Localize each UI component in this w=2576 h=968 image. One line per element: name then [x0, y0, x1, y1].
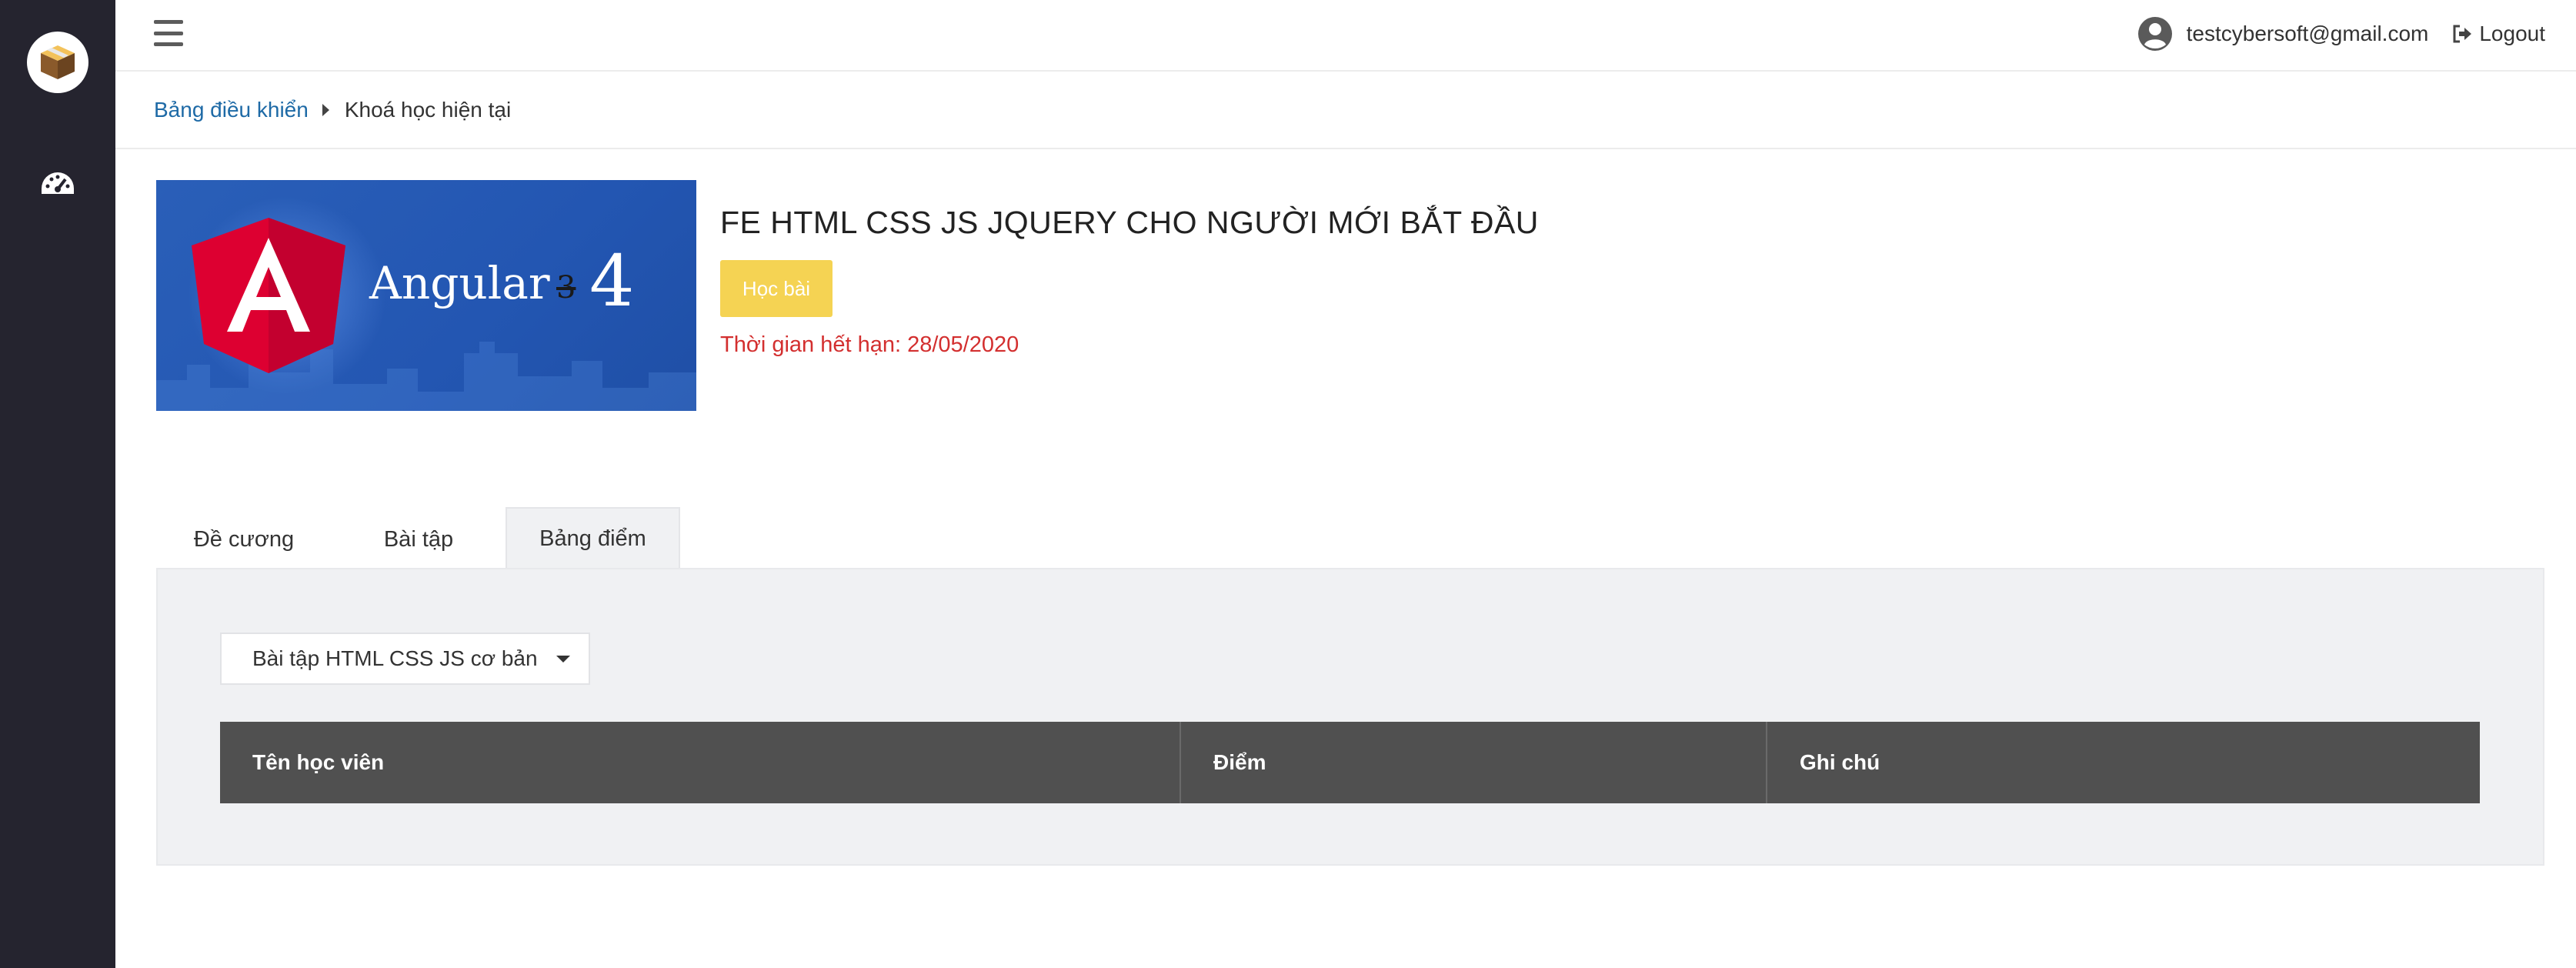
scoreboard-panel: Bài tập HTML CSS JS cơ bản Tên học viên …	[156, 568, 2544, 866]
column-header-score[interactable]: Điểm	[1181, 722, 1767, 803]
caret-right-icon	[322, 103, 329, 116]
user-menu[interactable]: testcybersoft@gmail.com	[2137, 16, 2429, 52]
menu-toggle-icon[interactable]	[154, 20, 183, 46]
logo[interactable]	[27, 32, 88, 93]
tab-exercises[interactable]: Bài tập	[332, 509, 506, 569]
logout-button[interactable]: Logout	[2451, 22, 2545, 46]
course-thumbnail: Angular 3 4	[156, 180, 696, 411]
user-area: testcybersoft@gmail.com Logout	[2137, 15, 2545, 52]
score-table-header: Tên học viên Điểm Ghi chú	[220, 722, 2480, 803]
chevron-down-icon	[556, 655, 570, 663]
breadcrumb-current: Khoá học hiện tại	[344, 97, 512, 122]
dashboard-icon[interactable]	[38, 168, 77, 202]
breadcrumb-home-link[interactable]: Bảng điều khiển	[154, 98, 309, 122]
exercise-select[interactable]: Bài tập HTML CSS JS cơ bản	[220, 633, 590, 685]
logout-label: Logout	[2479, 22, 2545, 45]
exercise-select-value: Bài tập HTML CSS JS cơ bản	[252, 646, 538, 670]
tab-outline[interactable]: Đề cương	[156, 509, 332, 569]
thumbnail-version-old: 3	[556, 270, 576, 305]
thumbnail-caption: Angular	[369, 257, 550, 309]
topbar: testcybersoft@gmail.com Logout	[115, 0, 2576, 72]
column-header-student[interactable]: Tên học viên	[220, 722, 1181, 803]
sidebar	[0, 0, 115, 968]
user-email: testcybersoft@gmail.com	[2186, 22, 2429, 45]
logout-icon	[2453, 25, 2472, 43]
expiry-date: Thời gian hết hạn: 28/05/2020	[720, 332, 1019, 357]
user-avatar-icon	[2137, 17, 2172, 51]
breadcrumb: Bảng điều khiển Khoá học hiện tại	[115, 72, 2576, 149]
column-header-note[interactable]: Ghi chú	[1767, 722, 2480, 803]
box-logo-icon	[41, 45, 75, 79]
study-button[interactable]: Học bài	[720, 260, 833, 317]
course-title: FE HTML CSS JS JQUERY CHO NGƯỜI MỚI BẮT …	[720, 205, 1539, 240]
angular-logo-icon	[192, 218, 345, 373]
tab-scoreboard[interactable]: Bảng điểm	[506, 507, 680, 569]
thumbnail-version-new: 4	[589, 240, 635, 322]
course-tabs: Đề cương Bài tập Bảng điểm	[156, 507, 680, 569]
